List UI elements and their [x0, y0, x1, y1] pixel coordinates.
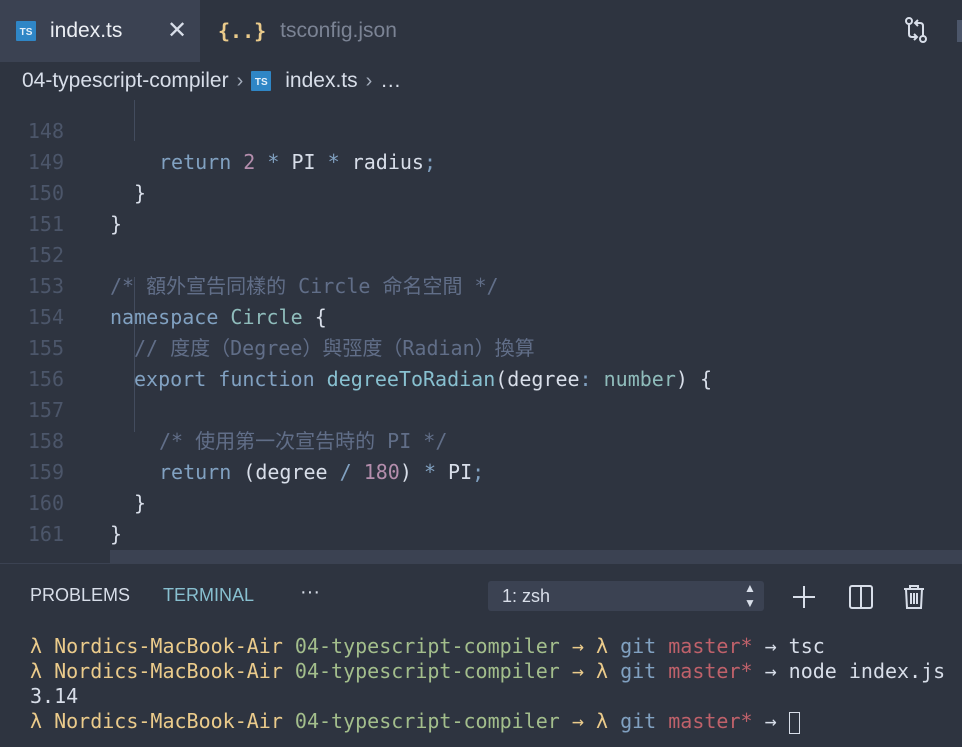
- code-line: 161: [0, 488, 962, 546]
- code-line: 154 // 度度（Degree）與弳度（Radian）換算: [0, 271, 962, 360]
- code-line: 155 export function degreeToRadian(degre…: [0, 302, 962, 391]
- trash-icon[interactable]: [901, 584, 927, 610]
- prompt-symbol: λ: [595, 634, 609, 658]
- git-branch: master*: [668, 634, 753, 658]
- editor-tab-bar: TS index.ts ✕ {..} tsconfig.json: [0, 0, 962, 62]
- prompt-symbol: λ: [30, 659, 43, 683]
- terminal-cursor: [788, 711, 800, 734]
- terminal-select[interactable]: 1: zsh ▲ ▼: [488, 581, 764, 611]
- chevron-right-icon: ›: [236, 69, 244, 92]
- terminal-directory: 04-typescript-compiler: [294, 634, 560, 658]
- bottom-panel: PROBLEMS TERMINAL ··· 1: zsh ▲ ▼ λ Nordic…: [0, 563, 962, 747]
- git-branch: master*: [668, 709, 753, 733]
- chevron-right-icon: ›: [365, 69, 373, 92]
- breadcrumb-folder[interactable]: 04-typescript-compiler: [22, 69, 229, 93]
- tab-problems[interactable]: PROBLEMS: [30, 585, 130, 606]
- terminal-select-value: 1: zsh: [502, 586, 551, 606]
- code-line: 151: [0, 178, 962, 236]
- breadcrumb-file[interactable]: index.ts: [285, 69, 357, 93]
- terminal-output: 3.14: [30, 684, 79, 708]
- git-label: git: [620, 634, 657, 658]
- prompt-symbol: λ: [30, 634, 43, 658]
- close-icon[interactable]: ✕: [166, 16, 188, 45]
- git-label: git: [620, 659, 657, 683]
- terminal-line: λ Nordics-MacBook-Air 04-typescript-comp…: [30, 659, 945, 684]
- prompt-symbol: λ: [595, 709, 609, 733]
- breadcrumb: 04-typescript-compiler › TS index.ts › …: [0, 62, 962, 100]
- tab-index-ts[interactable]: TS index.ts ✕: [0, 0, 200, 62]
- code-line: 150 }: [0, 147, 962, 236]
- current-code-line: 162 console.log(Circle.degreeToRadian(18…: [0, 519, 962, 563]
- code-line: 148 return 2 * PI * radius;: [0, 100, 962, 174]
- code-editor[interactable]: 148 return 2 * PI * radius; 149 } 150 } …: [0, 100, 962, 563]
- select-arrows-icon: ▲ ▼: [744, 581, 756, 610]
- code-line: 156: [0, 333, 962, 391]
- terminal-command: node index.js: [788, 659, 946, 683]
- terminal-command: tsc: [788, 634, 825, 658]
- prompt-symbol: λ: [595, 659, 609, 683]
- code-line: 157 /* 使用第一次宣告時的 PI */: [0, 364, 962, 453]
- open-changes-icon[interactable]: [903, 16, 929, 44]
- terminal-directory: 04-typescript-compiler: [294, 659, 560, 683]
- prompt-arrow: →: [571, 709, 584, 733]
- split-editor-icon[interactable]: [957, 20, 962, 42]
- prompt-arrow: →: [764, 634, 777, 658]
- terminal-directory: 04-typescript-compiler: [294, 709, 560, 733]
- git-label: git: [620, 709, 657, 733]
- terminal-host: Nordics-MacBook-Air: [54, 659, 283, 683]
- split-terminal-icon[interactable]: [848, 584, 874, 610]
- terminal-line: λ Nordics-MacBook-Air 04-typescript-comp…: [30, 634, 825, 659]
- prompt-arrow: →: [571, 659, 584, 683]
- terminal-host: Nordics-MacBook-Air: [54, 709, 283, 733]
- code-line: 159 }: [0, 426, 962, 515]
- breadcrumb-more[interactable]: …: [380, 69, 401, 93]
- git-branch: master*: [668, 659, 753, 683]
- code-line: 163: [0, 550, 962, 563]
- more-actions-icon[interactable]: ···: [300, 581, 320, 604]
- typescript-file-icon: TS: [16, 21, 36, 41]
- code-line: 160 }: [0, 457, 962, 546]
- terminal-line[interactable]: λ Nordics-MacBook-Air 04-typescript-comp…: [30, 709, 800, 734]
- add-terminal-icon[interactable]: [791, 584, 817, 610]
- code-line: 158 return (degree / 180) * PI;: [0, 395, 962, 484]
- code-line: 149 }: [0, 116, 962, 205]
- tab-terminal[interactable]: TERMINAL: [163, 585, 254, 606]
- typescript-file-icon: TS: [251, 71, 272, 91]
- terminal-host: Nordics-MacBook-Air: [54, 634, 283, 658]
- json-file-icon: {..}: [218, 19, 267, 43]
- tab-label: tsconfig.json: [280, 19, 397, 42]
- prompt-symbol: λ: [30, 709, 43, 733]
- code-line: 153 namespace Circle {: [0, 240, 962, 329]
- prompt-arrow: →: [571, 634, 584, 658]
- tab-tsconfig-json[interactable]: {..} tsconfig.json: [200, 0, 440, 62]
- tab-label: index.ts: [50, 19, 123, 42]
- code-line: 152 /* 額外宣告同樣的 Circle 命名空間 */: [0, 209, 962, 298]
- prompt-arrow: →: [764, 659, 777, 683]
- prompt-arrow: →: [764, 709, 777, 733]
